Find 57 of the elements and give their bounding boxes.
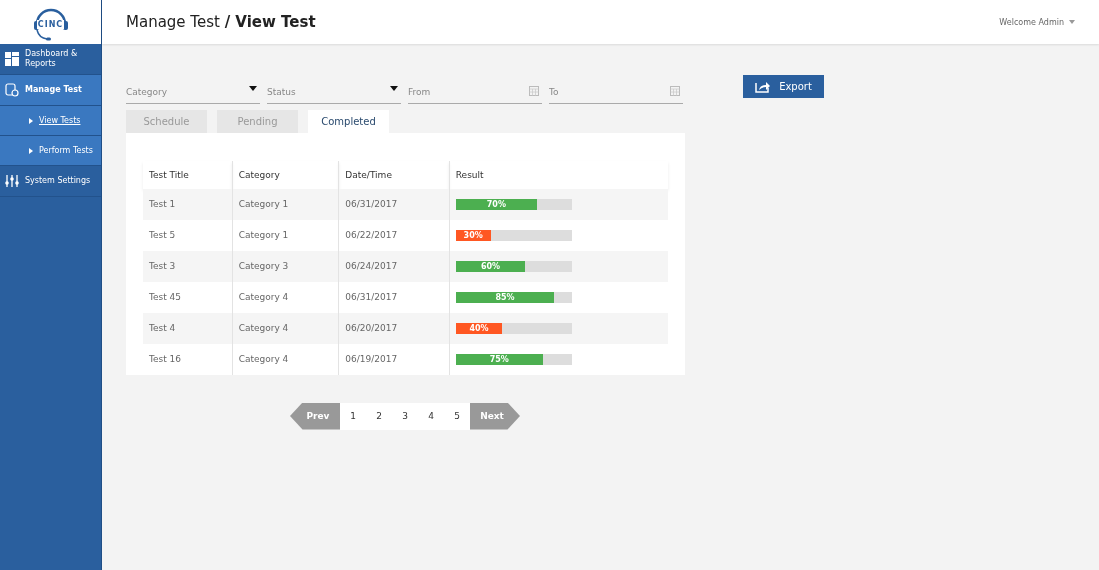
table-cell: Category 1 xyxy=(238,199,289,209)
table-cell: Category 4 xyxy=(238,323,289,333)
result-fill: 85% xyxy=(455,291,555,303)
table-cell: 06/20/2017 xyxy=(345,323,398,333)
result-fill: 40% xyxy=(455,322,503,334)
column-header: Result xyxy=(449,160,668,189)
table-cell: 06/22/2017 xyxy=(345,230,398,240)
logo-text: CINC xyxy=(36,19,65,29)
table-cell: Test 3 xyxy=(149,261,176,271)
user-menu[interactable]: Welcome Admin xyxy=(999,17,1075,27)
date-field[interactable]: To xyxy=(549,81,683,104)
grid-icon xyxy=(5,52,19,66)
page-button[interactable]: 4 xyxy=(418,402,444,430)
result-fill: 60% xyxy=(455,260,526,272)
sidebar-item[interactable]: Manage Test xyxy=(0,75,101,106)
table-cell: 06/19/2017 xyxy=(345,354,398,364)
dropdown-field[interactable]: Status xyxy=(267,81,401,104)
column-header: Test Title xyxy=(143,160,233,189)
export-button[interactable]: Export xyxy=(743,75,824,99)
table-cell: Category 4 xyxy=(238,292,289,302)
page-button[interactable]: 3 xyxy=(392,402,418,430)
caret-icon xyxy=(29,117,33,124)
sidebar-subitem[interactable]: Perform Tests xyxy=(0,136,101,166)
table-cell: Test 16 xyxy=(149,354,182,364)
result-fill: 30% xyxy=(455,229,491,241)
share-icon xyxy=(755,80,772,94)
table-cell: Test 45 xyxy=(149,292,182,302)
table-cell: 06/24/2017 xyxy=(345,261,398,271)
table-cell: Test 5 xyxy=(149,230,176,240)
caret-icon xyxy=(1069,20,1075,24)
caret-icon xyxy=(29,147,33,154)
database-icon xyxy=(5,83,19,97)
tab[interactable]: Completed xyxy=(308,109,389,133)
table-cell: Test 1 xyxy=(149,199,176,209)
sliders-icon xyxy=(5,174,19,188)
result-fill: 75% xyxy=(455,353,543,365)
table-cell: Category 3 xyxy=(238,261,289,271)
caret-icon xyxy=(390,86,398,91)
table-cell: 06/31/2017 xyxy=(345,199,398,209)
table-cell: 06/31/2017 xyxy=(345,292,398,302)
sidebar-subitem[interactable]: View Tests xyxy=(0,106,101,136)
sidebar-item[interactable]: System Settings xyxy=(0,166,101,197)
date-field[interactable]: From xyxy=(408,81,542,104)
calendar-icon xyxy=(529,86,539,96)
column-header: Date/Time xyxy=(338,160,450,189)
column-header: Category xyxy=(232,160,339,189)
caret-icon xyxy=(249,86,257,91)
calendar-icon xyxy=(670,86,680,96)
table-cell: Category 1 xyxy=(238,230,289,240)
page-button[interactable]: 2 xyxy=(366,402,392,430)
table-cell: Test 4 xyxy=(149,323,176,333)
page-button[interactable]: 5 xyxy=(444,402,470,430)
table-cell: Category 4 xyxy=(238,354,289,364)
result-fill: 70% xyxy=(455,198,537,210)
dropdown-field[interactable]: Category xyxy=(126,81,260,104)
page-title: Manage Test / View Test xyxy=(126,13,316,31)
page-button[interactable]: 1 xyxy=(340,402,366,430)
